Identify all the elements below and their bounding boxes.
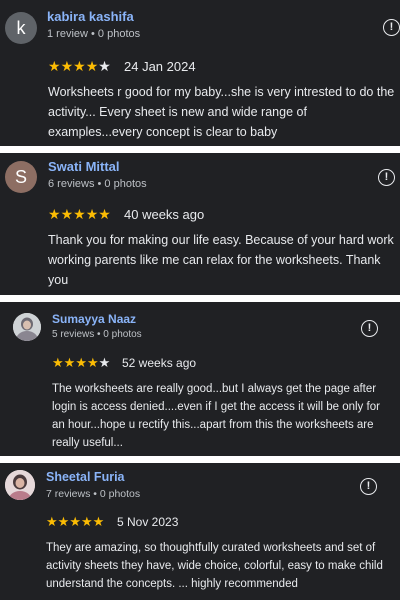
review-date: 52 weeks ago: [122, 356, 197, 370]
reviewer-meta: 5 reviews • 0 photos: [52, 329, 142, 340]
info-icon[interactable]: !: [360, 478, 377, 495]
review-text: The worksheets are really good...but I a…: [52, 383, 380, 449]
star-icon: ★: [63, 355, 76, 370]
reviewer-meta: 1 review • 0 photos: [47, 28, 141, 40]
star-icon: ★: [60, 58, 74, 74]
star-icon: ★: [86, 355, 99, 370]
star-rating: ★★★★★: [46, 514, 104, 530]
review-card: Sheetal Furia 7 reviews • 0 photos ! ★★★…: [0, 463, 400, 600]
star-icon: ★: [85, 206, 99, 222]
info-icon[interactable]: !: [378, 169, 395, 186]
star-icon: ★: [98, 58, 111, 74]
star-icon: ★: [73, 58, 86, 74]
review-date: 40 weeks ago: [124, 207, 205, 222]
star-rating: ★★★★★: [48, 206, 111, 223]
star-icon: ★: [46, 514, 58, 529]
star-icon: ★: [69, 514, 81, 529]
avatar-photo-icon: [13, 313, 41, 341]
star-icon: ★: [75, 355, 87, 370]
review-card: S Swati Mittal 6 reviews • 0 photos ! ★★…: [0, 153, 400, 295]
star-icon: ★: [57, 514, 70, 529]
review-text: Worksheets r good for my baby...she is v…: [48, 85, 395, 139]
avatar[interactable]: k: [5, 12, 37, 44]
review-text: They are amazing, so thoughtfully curate…: [46, 542, 383, 590]
reviewer-name[interactable]: kabira kashifa: [47, 9, 134, 24]
star-icon: ★: [73, 206, 86, 222]
avatar[interactable]: [5, 470, 35, 500]
star-icon: ★: [48, 206, 61, 222]
star-icon: ★: [98, 206, 111, 222]
avatar-photo-icon: [5, 470, 35, 500]
reviewer-name[interactable]: Sheetal Furia: [46, 470, 125, 484]
star-icon: ★: [48, 58, 61, 74]
star-icon: ★: [60, 206, 74, 222]
info-icon[interactable]: !: [361, 320, 378, 337]
reviewer-name[interactable]: Sumayya Naaz: [52, 312, 136, 326]
review-date: 24 Jan 2024: [124, 59, 196, 74]
info-icon[interactable]: !: [383, 19, 400, 36]
star-icon: ★: [52, 355, 64, 370]
reviewer-meta: 7 reviews • 0 photos: [46, 488, 141, 500]
star-icon: ★: [80, 514, 93, 529]
star-icon: ★: [92, 514, 105, 529]
review-card: k kabira kashifa 1 review • 0 photos ! ★…: [0, 0, 400, 146]
reviewer-meta: 6 reviews • 0 photos: [48, 178, 147, 190]
reviews-list: k kabira kashifa 1 review • 0 photos ! ★…: [0, 0, 400, 600]
avatar[interactable]: [13, 313, 41, 341]
review-text: Thank you for making our life easy. Beca…: [48, 233, 394, 287]
avatar[interactable]: S: [5, 161, 37, 193]
star-icon: ★: [98, 355, 111, 370]
reviewer-name[interactable]: Swati Mittal: [48, 159, 120, 174]
review-date: 5 Nov 2023: [117, 515, 179, 529]
star-icon: ★: [85, 58, 99, 74]
review-card: Sumayya Naaz 5 reviews • 0 photos ! ★★★★…: [0, 302, 400, 456]
star-rating: ★★★★★: [52, 355, 110, 371]
star-rating: ★★★★★: [48, 58, 111, 75]
